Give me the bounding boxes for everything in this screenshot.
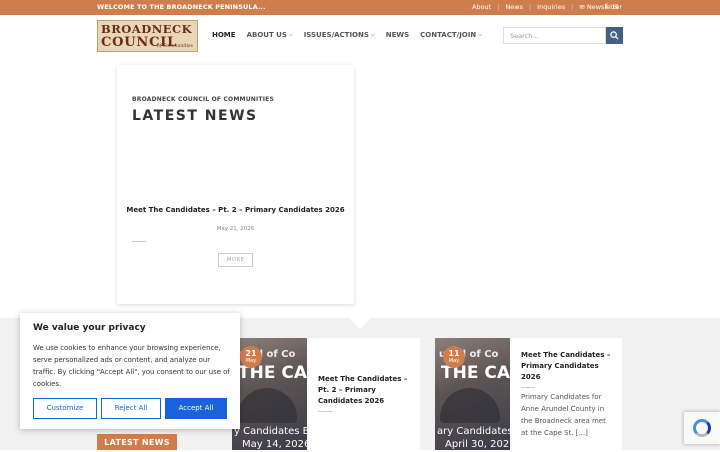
nav-label: HOME [212, 31, 236, 39]
news-post-card[interactable]: uncil of Co THE CANDI ary Candidates E A… [435, 338, 622, 450]
nav-label: ISSUES/ACTIONS [303, 31, 369, 39]
excerpt-line: at the Cape St. [...] [521, 429, 588, 437]
title-line: Candidates 2026 [318, 397, 385, 405]
separator: | [497, 3, 500, 11]
email-icon[interactable]: ✉ [612, 3, 618, 11]
card-heading: LATEST NEWS [132, 108, 258, 124]
badge-day: 11 [448, 349, 460, 358]
separator: | [528, 3, 532, 11]
divider [132, 241, 146, 242]
envelope-icon: ✉ [579, 3, 585, 11]
featured-news-card: BROADNECK COUNCIL OF COMMUNITIES LATEST … [117, 65, 354, 304]
nav-item-contact-join[interactable]: CONTACT/JOIN ⌵ [420, 31, 482, 39]
nav-label: ABOUT US [246, 31, 287, 39]
nav-item-about-us[interactable]: ABOUT US ⌵ [247, 31, 293, 39]
main-nav: HOME ABOUT US ⌵ ISSUES/ACTIONS ⌵ NEWS CO… [212, 31, 493, 39]
card-kicker: BROADNECK COUNCIL OF COMMUNITIES [132, 96, 274, 103]
search-icon [610, 31, 619, 40]
search-input[interactable]: Search... [503, 27, 606, 44]
divider [521, 387, 535, 388]
chevron-down-icon: ⌵ [288, 32, 293, 38]
date-badge: 21 May [240, 346, 262, 368]
nav-label: NEWS [385, 31, 410, 39]
thumbnail-text: April 30, 2026 [445, 439, 510, 450]
search-button[interactable] [606, 27, 623, 44]
featured-post-title[interactable]: Meet The Candidates – Pt. 2 – Primary Ca… [117, 206, 354, 214]
excerpt-line: Primary Candidates for [521, 393, 602, 401]
customize-button[interactable]: Customize [33, 398, 97, 419]
logo-line-3: of Communities [157, 44, 193, 49]
cookie-consent-banner: We value your privacy We use cookies to … [20, 313, 240, 429]
top-link-about[interactable]: About [472, 3, 491, 11]
nav-item-news[interactable]: NEWS [386, 31, 409, 39]
news-post-card[interactable]: uncil of Co THE CANDI y Candidates E May… [232, 338, 420, 450]
thumbnail-people [237, 388, 297, 423]
excerpt-line: the Broadneck area met [521, 417, 606, 425]
more-button[interactable]: MORE [218, 253, 253, 267]
thumbnail-people [440, 388, 500, 423]
title-line: Pt. 2 – Primary [318, 386, 376, 394]
consent-text: We use cookies to enhance your browsing … [33, 344, 230, 388]
recaptcha-badge[interactable] [684, 412, 720, 444]
badge-day: 21 [245, 349, 257, 358]
nav-item-home[interactable]: HOME [212, 31, 236, 39]
social-icons: f ✉ [605, 3, 618, 11]
post-title[interactable]: Meet The Candidates – Primary Candidates… [521, 350, 610, 383]
nav-item-issues-actions[interactable]: ISSUES/ACTIONS ⌵ [304, 31, 375, 39]
top-bar: WELCOME TO THE BROADNECK PENINSULA... Ab… [0, 0, 720, 15]
latest-news-button[interactable]: LATEST NEWS [97, 434, 177, 450]
post-title[interactable]: Meet The Candidates – Pt. 2 – Primary Ca… [318, 374, 407, 407]
title-line: Meet The Candidates – [521, 351, 611, 359]
consent-title: We value your privacy [33, 323, 146, 333]
excerpt-line: Anne Arundel County in [521, 405, 605, 413]
reject-all-button[interactable]: Reject All [101, 398, 161, 419]
nav-label: CONTACT/JOIN [420, 31, 477, 39]
site-logo[interactable]: BROADNECK COUNCIL of Communities [97, 20, 198, 52]
accept-all-button[interactable]: Accept All [165, 398, 227, 419]
title-line: Primary Candidates [521, 362, 599, 370]
top-links: About | News | Inquiries | ✉ Newsletter [472, 3, 622, 11]
divider [318, 411, 332, 412]
thumbnail-text: y Candidates E [234, 426, 307, 437]
top-link-inquiries[interactable]: Inquiries [537, 3, 565, 11]
post-excerpt: Primary Candidates for Anne Arundel Coun… [521, 391, 606, 439]
date-badge: 11 May [443, 346, 465, 368]
recaptcha-icon [693, 419, 711, 437]
thumbnail-text: May 14, 2026 [242, 439, 307, 450]
top-link-news[interactable]: News [505, 3, 523, 11]
featured-post-date: May 21, 2026 [216, 226, 255, 232]
welcome-text: WELCOME TO THE BROADNECK PENINSULA... [97, 3, 266, 11]
thumbnail-text: ary Candidates E [437, 426, 510, 437]
title-line: Meet The Candidates – [318, 375, 408, 383]
separator: | [571, 3, 574, 11]
chevron-down-icon: ⌵ [478, 32, 483, 38]
title-line: 2026 [521, 373, 541, 381]
logo-line-1: BROADNECK [101, 22, 193, 36]
badge-month: May [448, 358, 460, 364]
badge-month: May [245, 358, 257, 364]
section-notch [349, 318, 371, 329]
facebook-icon[interactable]: f [605, 3, 607, 11]
chevron-down-icon: ⌵ [370, 32, 375, 38]
